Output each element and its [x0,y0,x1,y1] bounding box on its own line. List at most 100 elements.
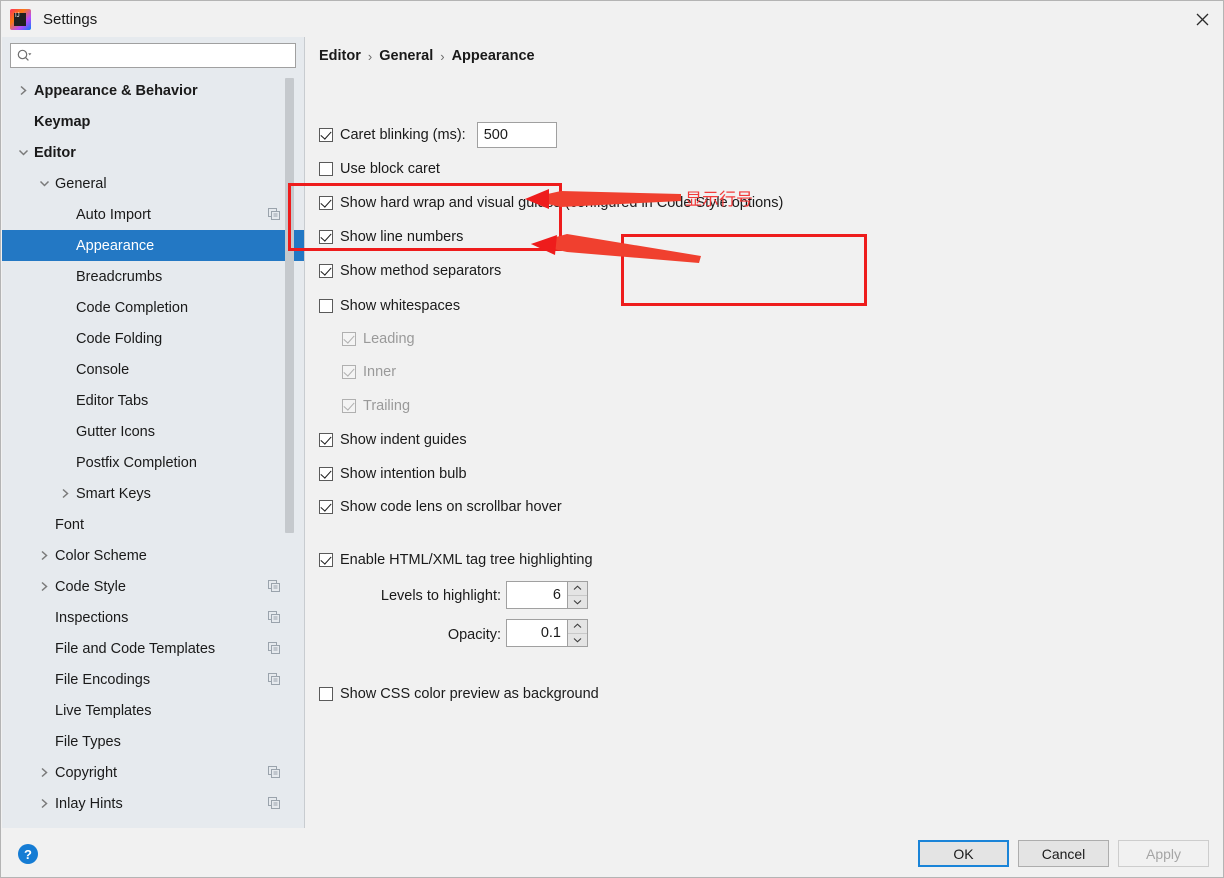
sidebar-item-code-completion[interactable]: Code Completion [2,292,304,323]
chevron-right-icon[interactable] [16,84,30,98]
sidebar-item-label: File Encodings [55,671,151,688]
option-show-whitespaces: Show whitespaces [319,298,460,314]
sidebar-item-label: Code Style [55,578,126,595]
sidebar-item-smart-keys[interactable]: Smart Keys [2,478,304,509]
sidebar-item-font[interactable]: Font [2,509,304,540]
option-show-indent-guides: Show indent guides [319,432,467,448]
levels-spinner-up-icon[interactable] [568,582,587,596]
show-whitespaces-checkbox[interactable] [319,299,333,313]
inner-checkbox [342,365,356,379]
sidebar-item-label: Auto Import [76,206,151,223]
copy-icon[interactable] [268,765,282,780]
chevron-right-icon[interactable] [58,487,72,501]
sidebar-item-editor-tabs[interactable]: Editor Tabs [2,385,304,416]
copy-icon[interactable] [268,610,282,625]
sidebar-item-appearance[interactable]: Appearance [2,230,304,261]
levels-to-highlight-input[interactable] [507,582,567,608]
sidebar-item-breadcrumbs[interactable]: Breadcrumbs [2,261,304,292]
search-container [2,37,304,75]
sidebar-item-live-templates[interactable]: Live Templates [2,695,304,726]
sidebar-item-color-scheme[interactable]: Color Scheme [2,540,304,571]
chevron-down-icon[interactable] [37,177,51,191]
sidebar-scrollbar-track[interactable] [285,75,299,827]
sidebar-item-code-folding[interactable]: Code Folding [2,323,304,354]
sidebar-item-auto-import[interactable]: Auto Import [2,199,304,230]
copy-icon[interactable] [268,207,282,222]
breadcrumb-item-1[interactable]: General [379,48,433,64]
sidebar-item-label: Inspections [55,609,129,626]
sidebar-item-inspections[interactable]: Inspections [2,602,304,633]
option-show-hard-wrap: Show hard wrap and visual guides (config… [319,195,783,211]
enable-html-xml-checkbox[interactable] [319,553,333,567]
sidebar-item-editor[interactable]: Editor [2,137,304,168]
sidebar-item-console[interactable]: Console [2,354,304,385]
title-bar: IJ Settings [1,1,1223,37]
breadcrumb: Editor › General › Appearance [319,48,535,64]
sidebar-item-file-and-code-templates[interactable]: File and Code Templates [2,633,304,664]
sidebar-item-appearance-behavior[interactable]: Appearance & Behavior [2,75,304,106]
opacity-input[interactable] [507,620,567,646]
copy-icon[interactable] [268,796,282,811]
settings-dialog: IJ Settings Appearance & Behavior Keymap… [0,0,1224,878]
inner-label: Inner [363,364,397,380]
help-icon[interactable]: ? [18,844,38,864]
chevron-right-icon[interactable] [37,766,51,780]
settings-main-panel: Editor › General › Appearance Caret blin… [306,37,1223,828]
close-icon[interactable] [1179,1,1223,37]
caret-blinking-checkbox[interactable] [319,128,333,142]
option-enable-html-xml: Enable HTML/XML tag tree highlighting [319,552,593,568]
sidebar-scrollbar-thumb[interactable] [285,78,294,533]
opacity-spinner-down-icon[interactable] [568,633,587,646]
sidebar-item-gutter-icons[interactable]: Gutter Icons [2,416,304,447]
show-intention-bulb-checkbox[interactable] [319,467,333,481]
option-show-method-separators: Show method separators [319,263,501,279]
sidebar-item-general[interactable]: General [2,168,304,199]
sidebar-item-label: Smart Keys [76,485,151,502]
caret-blinking-input[interactable] [476,122,557,148]
sidebar-item-label: Code Completion [76,299,189,316]
use-block-caret-label: Use block caret [340,161,440,177]
show-code-lens-checkbox[interactable] [319,500,333,514]
chevron-right-icon[interactable] [37,549,51,563]
sidebar-item-postfix-completion[interactable]: Postfix Completion [2,447,304,478]
show-css-preview-checkbox[interactable] [319,687,333,701]
window-title: Settings [43,10,98,28]
apply-button: Apply [1118,840,1209,867]
levels-to-highlight-spinner[interactable] [506,581,588,609]
copy-icon[interactable] [268,579,282,594]
sidebar-item-label: Console [76,361,130,378]
levels-to-highlight-label: Levels to highlight: [380,588,501,604]
sidebar-item-label: Appearance [76,237,155,254]
sidebar-item-copyright[interactable]: Copyright [2,757,304,788]
sidebar-item-label: Gutter Icons [76,423,155,440]
levels-spinner-buttons [567,582,587,608]
sidebar-item-inlay-hints[interactable]: Inlay Hints [2,788,304,819]
copy-icon[interactable] [268,641,282,656]
show-indent-guides-checkbox[interactable] [319,433,333,447]
sidebar-item-label: Postfix Completion [76,454,197,471]
search-input[interactable] [32,45,295,66]
opacity-spinner-up-icon[interactable] [568,620,587,634]
chevron-right-icon[interactable] [37,580,51,594]
option-use-block-caret: Use block caret [319,161,440,177]
chevron-right-icon[interactable] [37,797,51,811]
use-block-caret-checkbox[interactable] [319,162,333,176]
chevron-down-icon[interactable] [16,146,30,160]
show-line-numbers-checkbox[interactable] [319,230,333,244]
opacity-spinner[interactable] [506,619,588,647]
sidebar-item-keymap[interactable]: Keymap [2,106,304,137]
show-hard-wrap-checkbox[interactable] [319,196,333,210]
breadcrumb-item-0[interactable]: Editor [319,48,361,64]
sidebar-item-code-style[interactable]: Code Style [2,571,304,602]
option-trailing: Trailing [342,398,410,414]
show-method-separators-checkbox[interactable] [319,264,333,278]
copy-icon[interactable] [268,672,282,687]
sidebar-item-file-types[interactable]: File Types [2,726,304,757]
sidebar-item-file-encodings[interactable]: File Encodings [2,664,304,695]
enable-html-xml-label: Enable HTML/XML tag tree highlighting [340,552,593,568]
option-inner: Inner [342,364,396,380]
ok-button[interactable]: OK [918,840,1009,867]
cancel-button[interactable]: Cancel [1018,840,1109,867]
levels-spinner-down-icon[interactable] [568,595,587,608]
search-box[interactable] [10,43,296,68]
